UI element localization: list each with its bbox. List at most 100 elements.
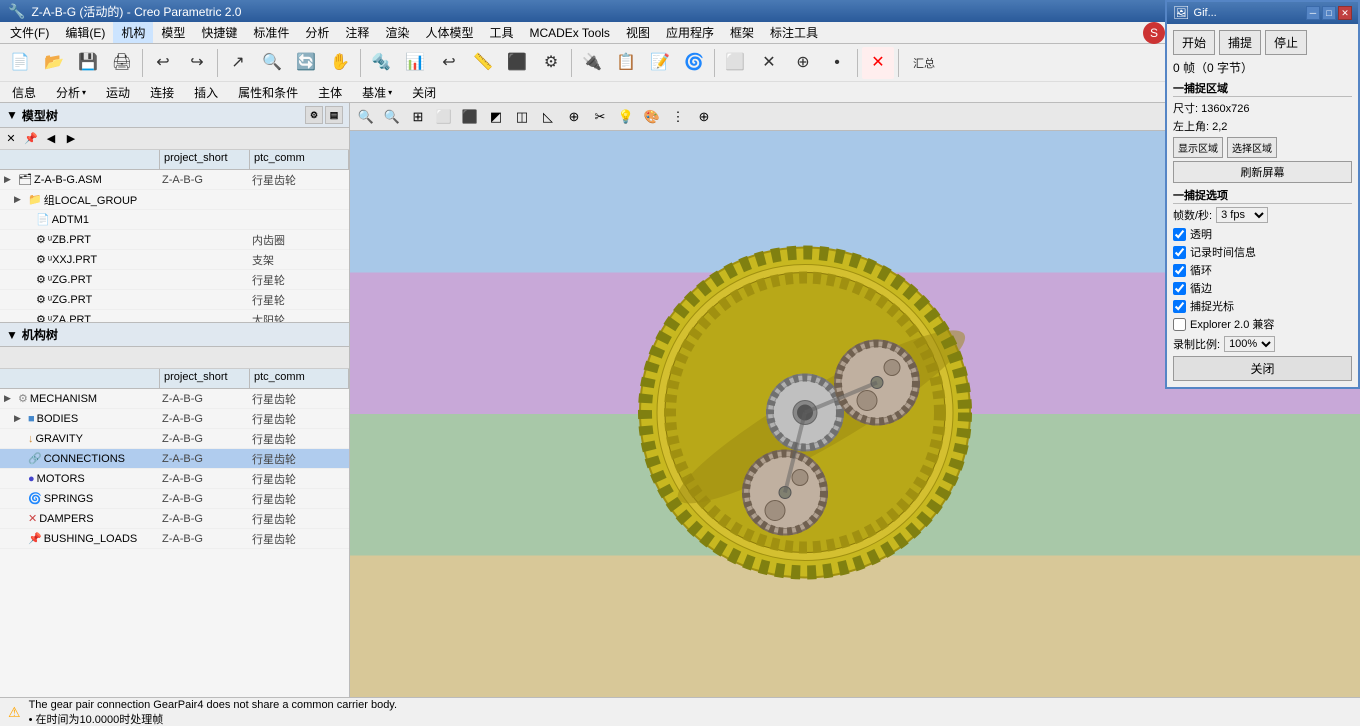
menu-analysis[interactable]: 分析 (297, 22, 337, 43)
gif-loop-check[interactable] (1173, 264, 1186, 277)
vp-appearance[interactable]: 🎨 (640, 106, 664, 128)
menu-view[interactable]: 视图 (618, 22, 658, 43)
toolbar-property[interactable]: 📋 (610, 47, 642, 79)
menu-edit[interactable]: 编辑(E) (57, 22, 113, 43)
vp-light[interactable]: 💡 (614, 106, 638, 128)
tree-collapse-arrow[interactable]: ▼ (6, 108, 18, 122)
mech-item-connections[interactable]: ▶🔗CONNECTIONS Z-A-B-G 行星齿轮 (0, 449, 349, 469)
model-tree-settings[interactable]: ⚙ (305, 106, 323, 124)
toolbar-open[interactable]: 📂 (38, 47, 70, 79)
toolbar-rotate[interactable]: 🔄 (290, 47, 322, 79)
menu-file[interactable]: 文件(F) (2, 22, 57, 43)
toolbar-insert[interactable]: 插入 (186, 84, 230, 101)
vp-perspective[interactable]: ◺ (536, 106, 560, 128)
vp-zoom-in[interactable]: 🔍 (354, 106, 378, 128)
mech-item-springs[interactable]: ▶🌀SPRINGS Z-A-B-G 行星齿轮 (0, 489, 349, 509)
toolbar-measure[interactable]: 📏 (467, 47, 499, 79)
expand-bodies[interactable]: ▶ (14, 413, 26, 424)
menu-jigou[interactable]: 机构 (113, 22, 153, 43)
menu-annotation[interactable]: 注释 (337, 22, 377, 43)
toolbar-plane[interactable]: ⬜ (719, 47, 751, 79)
toolbar-undo[interactable]: ↩ (147, 47, 179, 79)
vp-hidden[interactable]: ◫ (510, 106, 534, 128)
toolbar-attr[interactable]: 📝 (644, 47, 676, 79)
menu-dim[interactable]: 标注工具 (762, 22, 826, 43)
toolbar-motion[interactable]: 运动 (98, 84, 142, 101)
toolbar-point[interactable]: • (821, 47, 853, 79)
tree-item-group[interactable]: ▶📁组LOCAL_GROUP (0, 190, 349, 210)
toolbar-redo[interactable]: ↪ (181, 47, 213, 79)
gif-edge-check[interactable] (1173, 282, 1186, 295)
menu-shortcuts[interactable]: 快捷键 (193, 22, 245, 43)
vp-frame[interactable]: ⬜ (432, 106, 456, 128)
gif-close-btn[interactable]: ✕ (1338, 6, 1352, 20)
tree-item-zb[interactable]: ▶⚙ᵘZB.PRT 内齿圈 (0, 230, 349, 250)
vp-orient[interactable]: ⊕ (562, 106, 586, 128)
toolbar-recall[interactable]: ↩ (433, 47, 465, 79)
menu-app[interactable]: 应用程序 (658, 22, 722, 43)
tree-next-btn[interactable]: ▶ (62, 130, 80, 148)
vp-more[interactable]: ⊕ (692, 106, 716, 128)
tree-item-xxj[interactable]: ▶⚙ᵘXXJ.PRT 支架 (0, 250, 349, 270)
toolbar-select[interactable]: ↗ (222, 47, 254, 79)
mech-item-mechanism[interactable]: ▶⚙MECHANISM Z-A-B-G 行星齿轮 (0, 389, 349, 409)
toolbar-spring[interactable]: 🌀 (678, 47, 710, 79)
mech-tree-header[interactable]: ▼ 机构树 (0, 323, 349, 347)
toolbar-connect[interactable]: 连接 (142, 84, 186, 101)
toolbar-close-text[interactable]: 关闭 (404, 84, 448, 101)
vp-shade[interactable]: ◩ (484, 106, 508, 128)
menu-mcadex[interactable]: MCADEx Tools (521, 24, 617, 42)
toolbar-analysis-btn[interactable]: 分析 ▾ (48, 84, 98, 101)
gif-cursor-check[interactable] (1173, 300, 1186, 313)
menu-human[interactable]: 人体模型 (417, 22, 481, 43)
expand-asm[interactable]: ▶ (4, 174, 16, 185)
skype-icon[interactable]: S (1143, 22, 1165, 44)
gif-explorer-check[interactable] (1173, 318, 1186, 331)
toolbar-motor[interactable]: 🔌 (576, 47, 608, 79)
gif-panel-close-btn[interactable]: 关闭 (1173, 356, 1352, 381)
mech-item-gravity[interactable]: ▶↓GRAVITY Z-A-B-G 行星齿轮 (0, 429, 349, 449)
gif-max-btn[interactable]: □ (1322, 6, 1336, 20)
gif-ratio-select[interactable]: 100% 75% 50% (1224, 336, 1275, 352)
toolbar-properties[interactable]: 属性和条件 (230, 84, 310, 101)
gif-select-btn[interactable]: 选择区域 (1227, 137, 1277, 158)
toolbar-info[interactable]: 信息 (4, 84, 48, 101)
vp-mesh[interactable]: ⋮ (666, 106, 690, 128)
toolbar-move[interactable]: ⬛ (501, 47, 533, 79)
tree-close-btn[interactable]: ✕ (2, 130, 20, 148)
vp-zoom-out[interactable]: 🔍 (380, 106, 404, 128)
menu-model[interactable]: 模型 (153, 22, 193, 43)
toolbar-coord[interactable]: ⊕ (787, 47, 819, 79)
tree-item-za[interactable]: ▶⚙ᵘZA.PRT 太阳轮 (0, 310, 349, 323)
vp-section[interactable]: ✂ (588, 106, 612, 128)
tree-item-adtm[interactable]: ▶📄ADTM1 (0, 210, 349, 230)
expand-mechanism[interactable]: ▶ (4, 393, 16, 404)
toolbar-zoom[interactable]: 🔍 (256, 47, 288, 79)
menu-frame[interactable]: 框架 (722, 22, 762, 43)
gif-capture-btn[interactable]: 捕提 (1219, 30, 1261, 55)
tree-item-zg2[interactable]: ▶⚙ᵘZG.PRT 行星轮 (0, 290, 349, 310)
menu-standards[interactable]: 标准件 (245, 22, 297, 43)
gif-record-time-check[interactable] (1173, 246, 1186, 259)
toolbar-datum[interactable]: 基准 ▾ (354, 84, 404, 101)
expand-group[interactable]: ▶ (14, 194, 26, 205)
gif-start-btn[interactable]: 开始 (1173, 30, 1215, 55)
menu-tools[interactable]: 工具 (481, 22, 521, 43)
toolbar-summary[interactable]: 汇总 (903, 47, 945, 79)
toolbar-body[interactable]: 主体 (310, 84, 354, 101)
vp-zoom-fit[interactable]: ⊞ (406, 106, 430, 128)
gif-transparent-check[interactable] (1173, 228, 1186, 241)
mech-item-bodies[interactable]: ▶■BODIES Z-A-B-G 行星齿轮 (0, 409, 349, 429)
model-tree-filter[interactable]: ▤ (325, 106, 343, 124)
mech-collapse-arrow[interactable]: ▼ (6, 328, 18, 342)
gif-min-btn[interactable]: ─ (1306, 6, 1320, 20)
tree-item-zg1[interactable]: ▶⚙ᵘZG.PRT 行星轮 (0, 270, 349, 290)
toolbar-new[interactable]: 📄 (4, 47, 36, 79)
mech-item-dampers[interactable]: ▶✕DAMPERS Z-A-B-G 行星齿轮 (0, 509, 349, 529)
vp-solid[interactable]: ⬛ (458, 106, 482, 128)
model-tree-header[interactable]: ▼ 模型树 ⚙ ▤ (0, 103, 349, 128)
toolbar-assembly[interactable]: 🔩 (365, 47, 397, 79)
menu-render[interactable]: 渲染 (377, 22, 417, 43)
gif-stop-btn[interactable]: 停止 (1265, 30, 1307, 55)
mech-item-motors[interactable]: ▶●MOTORS Z-A-B-G 行星齿轮 (0, 469, 349, 489)
